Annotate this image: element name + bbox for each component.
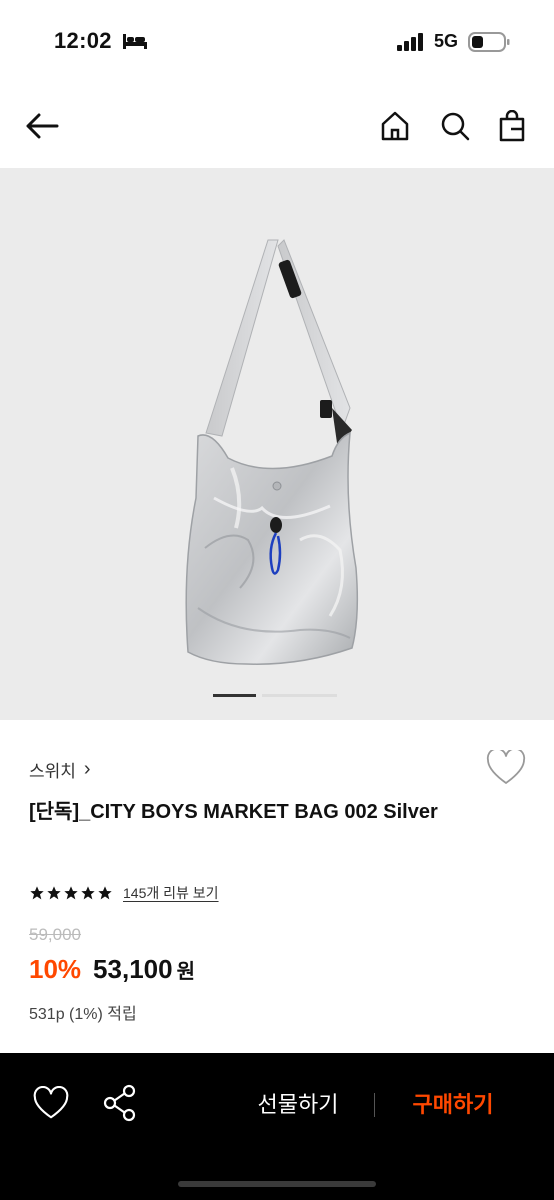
- heart-icon[interactable]: [32, 1085, 70, 1122]
- brand-link[interactable]: 스위치 ›: [29, 757, 91, 782]
- star-icon: [81, 886, 95, 900]
- currency-unit: 원: [176, 961, 195, 983]
- product-image: [185, 239, 359, 665]
- sale-price: 53,100: [93, 954, 173, 984]
- star-icon: [47, 886, 61, 900]
- shopping-bag-icon[interactable]: [492, 106, 532, 146]
- product-title: [단독]_CITY BOYS MARKET BAG 002 Silver: [29, 801, 438, 823]
- buy-button[interactable]: 구매하기: [398, 1087, 508, 1119]
- gallery-indicator: [262, 694, 337, 697]
- wishlist-heart-icon[interactable]: [486, 747, 526, 790]
- battery-icon: [468, 32, 510, 57]
- bed-icon: [122, 32, 148, 55]
- chevron-right-icon: ›: [83, 758, 91, 780]
- price-row: 10% 53,100 원: [29, 954, 195, 985]
- status-bar: 12:02 5G: [0, 0, 554, 84]
- back-arrow-icon[interactable]: [22, 106, 62, 146]
- review-link[interactable]: 145개 리뷰 보기: [123, 883, 219, 903]
- product-image-gallery[interactable]: [0, 168, 554, 720]
- brand-name: 스위치: [29, 762, 76, 781]
- gift-button[interactable]: 선물하기: [243, 1087, 353, 1119]
- network-label: 5G: [434, 31, 459, 51]
- divider: [374, 1093, 375, 1117]
- search-icon[interactable]: [435, 106, 475, 146]
- reward-points: 531p (1%) 적립: [29, 1006, 137, 1023]
- home-icon[interactable]: [375, 106, 415, 146]
- star-rating: [29, 885, 113, 901]
- gallery-indicator-active: [213, 694, 256, 697]
- star-icon: [30, 886, 44, 900]
- home-indicator[interactable]: [178, 1181, 376, 1187]
- original-price: 59,000: [29, 925, 81, 944]
- top-nav-bar: [0, 84, 554, 168]
- bottom-action-bar: 선물하기 구매하기: [0, 1053, 554, 1200]
- share-icon[interactable]: [102, 1084, 138, 1122]
- rating-row: 145개 리뷰 보기: [29, 883, 219, 903]
- star-icon: [64, 886, 78, 900]
- discount-rate: 10%: [29, 954, 82, 984]
- star-icon: [98, 886, 112, 900]
- signal-icon: [397, 33, 427, 56]
- status-time: 12:02: [54, 28, 112, 53]
